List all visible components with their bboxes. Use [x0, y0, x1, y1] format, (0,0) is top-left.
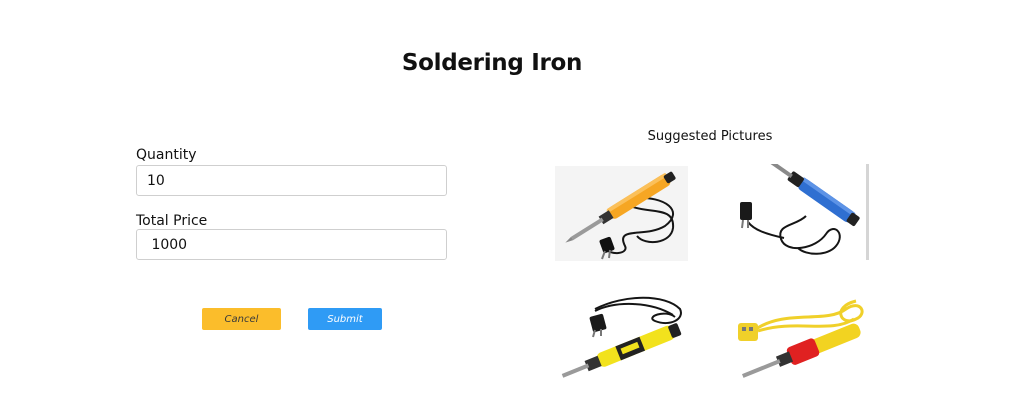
total-price-label: Total Price — [136, 213, 208, 229]
page-title: Soldering Iron — [401, 50, 583, 76]
soldering-iron-orange-image[interactable] — [555, 166, 688, 261]
soldering-iron-blue-image[interactable] — [736, 164, 868, 261]
quantity-field[interactable] — [136, 165, 447, 196]
quantity-label: Quantity — [136, 147, 197, 163]
total-price-field[interactable] — [136, 229, 447, 260]
suggested-pictures-title: Suggested Pictures — [647, 129, 773, 144]
submit-button[interactable]: Submit — [308, 308, 382, 330]
scrollbar-track[interactable] — [866, 164, 869, 260]
soldering-iron-yellow-red-image[interactable] — [736, 289, 868, 384]
cancel-button[interactable]: Cancel — [202, 308, 281, 330]
soldering-iron-yellow-black-image[interactable] — [555, 289, 688, 384]
